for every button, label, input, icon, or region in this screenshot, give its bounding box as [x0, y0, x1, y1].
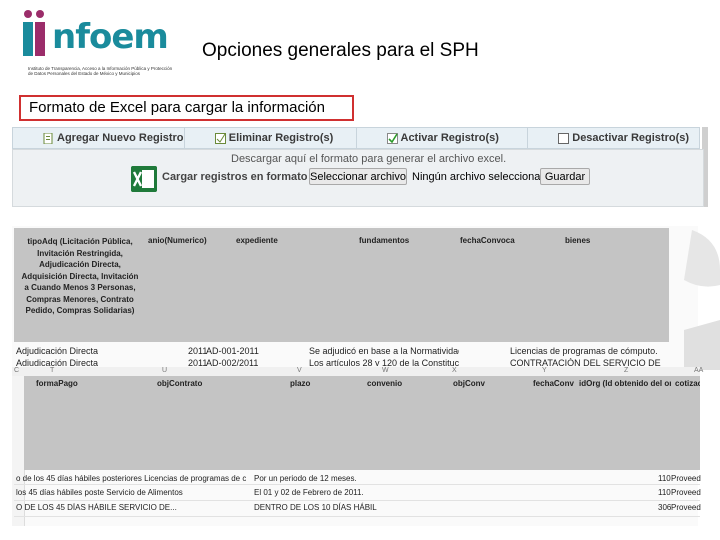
- row1-anio: 2011: [188, 346, 208, 356]
- checkbox-empty-icon: [558, 132, 570, 144]
- toolbar: Agregar Nuevo Registro Eliminar Registro…: [12, 127, 700, 149]
- logo-subtitle: Instituto de Transparencia, Acceso a la …: [28, 66, 173, 76]
- sheet2-header-formapago: formaPago: [36, 379, 78, 388]
- sheet2-header-cotizaciones: cotizaciones: [675, 379, 700, 388]
- col-letter: AA: [694, 367, 704, 374]
- row2-tipo: Adjudicación Directa: [16, 358, 99, 366]
- row2-anio: 2011: [188, 358, 208, 366]
- sheet2-row1-cot: Proveedor: [671, 474, 701, 483]
- deactivate-record-button[interactable]: Desactivar Registro(s): [528, 128, 699, 148]
- row1-bienes: Licencias de programas de cómputo.: [510, 346, 658, 356]
- row2-expediente: AD-002/2011: [206, 358, 259, 366]
- sheet2-row3-plazo: DENTRO DE LOS 10 DÍAS HÁBIL: [254, 503, 377, 512]
- add-document-icon: [43, 132, 53, 144]
- sheet2-header-objcontrato: objContrato: [157, 379, 203, 388]
- grid-line: [14, 484, 700, 485]
- decorative-shape: [684, 230, 720, 370]
- excel-file-icon: [131, 166, 157, 192]
- sheet2-header-idorg: idOrg (Id obtenido del organigrama): [579, 379, 671, 388]
- sheet1-header-fechaconvoca: fechaConvoca: [460, 236, 515, 245]
- col-letter: U: [162, 367, 168, 374]
- sheet2-row3-id: 306: [658, 503, 672, 512]
- sheet2-row3-objeto: O DE LOS 45 DÍAS HÁBILE SERVICIO DE...: [16, 503, 177, 512]
- delete-icon: [214, 132, 226, 144]
- sheet1-header-bienes: bienes: [565, 236, 591, 245]
- sheet2-header-fechaconv: fechaConv: [533, 379, 574, 388]
- checkbox-checked-icon: [386, 132, 398, 144]
- sheet1-header-tipoadq: tipoAdq (Licitación Pública, Invitación …: [21, 237, 139, 315]
- sheet2-header-plazo: plazo: [290, 379, 311, 388]
- row1-expediente: AD-001-2011: [206, 346, 259, 356]
- page-title: Opciones generales para el SPH: [202, 40, 479, 61]
- col-letter: W: [382, 367, 389, 374]
- col-letter: C: [14, 367, 20, 374]
- sheet1-header-fundamentos: fundamentos: [359, 236, 410, 245]
- add-record-label: Agregar Nuevo Registro: [57, 132, 184, 144]
- select-file-button[interactable]: Seleccionar archivo: [309, 168, 407, 185]
- logo-text: nfoem: [52, 17, 169, 57]
- col-letter: Y: [542, 367, 547, 374]
- row2-bienes: CONTRATACIÓN DEL SERVICIO DE: [510, 358, 661, 366]
- row1-fundamento: Se adjudicó en base a la Normatividad de…: [309, 346, 459, 356]
- activate-record-label: Activar Registro(s): [400, 132, 499, 144]
- delete-record-button[interactable]: Eliminar Registro(s): [185, 128, 357, 148]
- deactivate-record-label: Desactivar Registro(s): [572, 132, 690, 144]
- format-label: Formato de Excel para cargar la informac…: [19, 95, 354, 121]
- add-record-button[interactable]: Agregar Nuevo Registro: [13, 128, 185, 148]
- sheet2-row2-id: 110: [658, 488, 671, 497]
- sheet1-header-anio: anio(Numerico): [148, 236, 207, 245]
- sheet2-header-row: formaPago objContrato plazo convenio obj…: [24, 376, 700, 470]
- col-letter: Z: [624, 367, 629, 374]
- save-button[interactable]: Guardar: [540, 168, 590, 185]
- grid-line: [14, 516, 700, 517]
- row1-tipo: Adjudicación Directa: [16, 346, 99, 356]
- no-file-text: Ningún archivo seleccionado: [412, 171, 553, 183]
- sheet2-header-convenio: convenio: [367, 379, 403, 388]
- sheet2-row2-objeto: los 45 días hábiles poste Servicio de Al…: [16, 488, 183, 497]
- col-letter: X: [452, 367, 457, 374]
- sheet2-row3-cot: Proveedor: [671, 503, 701, 512]
- grid-line: [14, 500, 700, 501]
- activate-record-button[interactable]: Activar Registro(s): [357, 128, 529, 148]
- sheet2-row1-id: 110: [658, 474, 671, 483]
- col-letter: V: [297, 367, 302, 374]
- sheet1-header-expediente: expediente: [236, 236, 278, 245]
- sheet1-header-row: tipoAdq (Licitación Pública, Invitación …: [14, 228, 669, 342]
- logo-figure-icon: [23, 10, 45, 56]
- col-letter: T: [50, 367, 55, 374]
- sheet2-row2-plazo: El 01 y 02 de Febrero de 2011.: [254, 488, 364, 497]
- delete-record-label: Eliminar Registro(s): [228, 132, 334, 144]
- row2-fundamento: Los artículos 28 y 120 de la Constitució…: [309, 358, 459, 366]
- column-letters: C T U V W X Y Z AA: [12, 367, 704, 376]
- sheet2-row2-cot: Proveedor: [671, 488, 701, 497]
- upload-panel: Descargar aquí el formato para generar e…: [12, 149, 704, 207]
- sheet2-row1-plazo: Por un periodo de 12 meses.: [254, 474, 357, 483]
- sheet2-row1-objeto: o de los 45 días hábiles posteriores Lic…: [16, 474, 246, 483]
- sheet2-header-objconv: objConv: [453, 379, 485, 388]
- download-format-link[interactable]: Descargar aquí el formato para generar e…: [231, 153, 506, 165]
